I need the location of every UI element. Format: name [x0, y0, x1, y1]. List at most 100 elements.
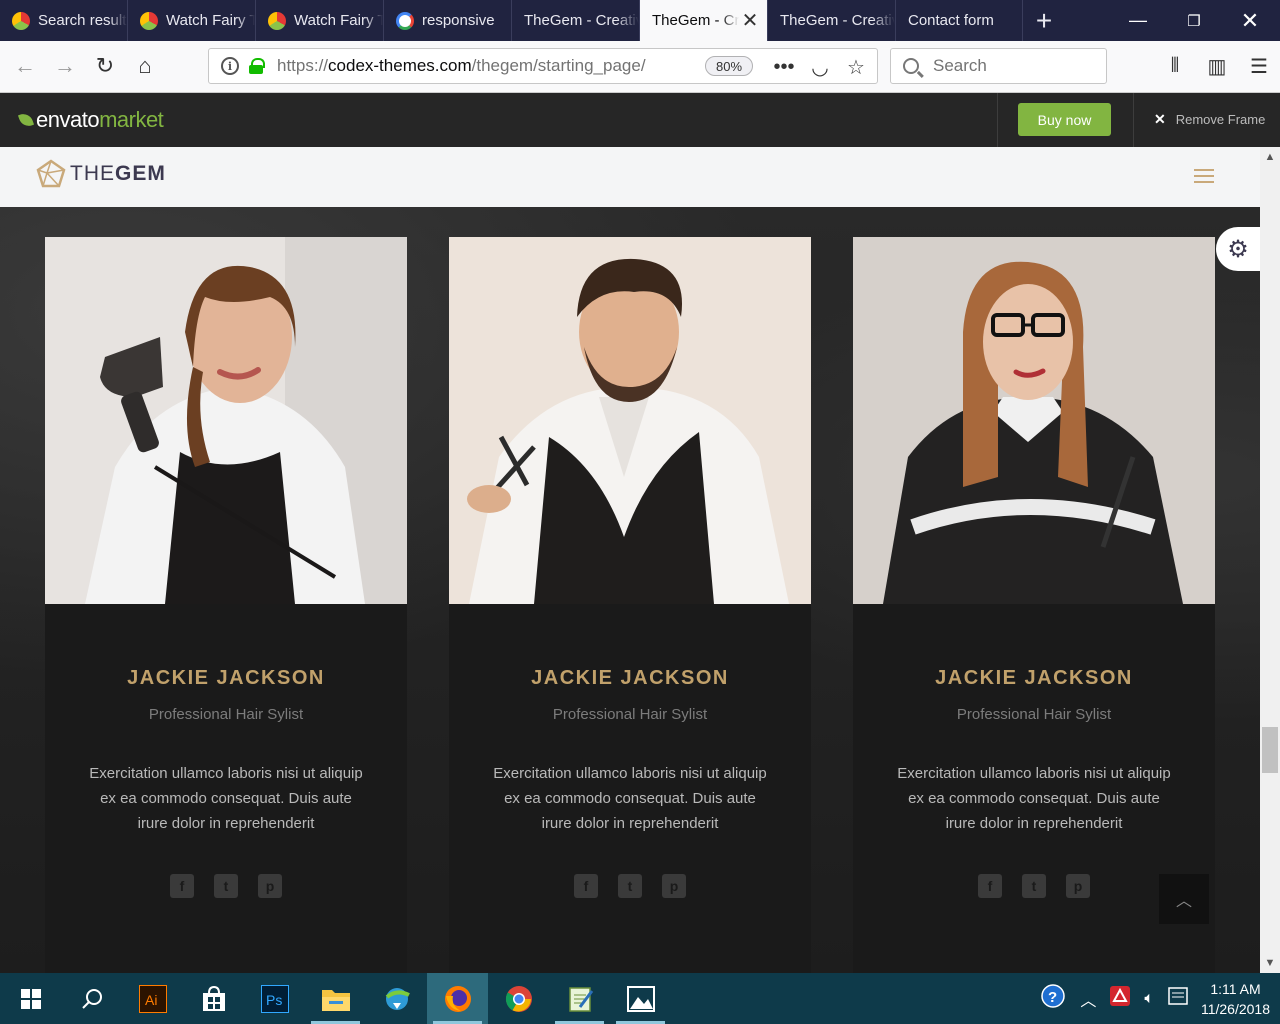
search-bar[interactable]: Search	[890, 48, 1107, 84]
windows-logo-icon	[20, 988, 41, 1009]
address-bar[interactable]: i https://codex-themes.com/thegem/starti…	[208, 48, 878, 84]
forward-button[interactable]: →	[48, 49, 82, 83]
page-info-icon[interactable]: i	[221, 57, 239, 75]
pinterest-icon[interactable]: p	[662, 874, 686, 898]
hamburger-menu-icon[interactable]	[1194, 169, 1214, 183]
photos-icon[interactable]	[610, 973, 671, 1024]
close-window-button[interactable]: ✕	[1222, 0, 1278, 41]
clock[interactable]: 1:11 AM 11/26/2018	[1201, 979, 1270, 1019]
social-links: f t p	[45, 874, 407, 898]
action-center-icon[interactable]	[1168, 987, 1188, 1010]
scrollbar-thumb[interactable]	[1262, 727, 1278, 773]
help-icon[interactable]: ?	[1040, 983, 1066, 1014]
sidebar-toggle-icon[interactable]: ▥	[1196, 49, 1238, 83]
envato-market-logo[interactable]: envato market	[17, 107, 164, 133]
close-icon: ✕	[1154, 111, 1166, 127]
svg-text:Ai: Ai	[145, 992, 157, 1008]
illustrator-icon[interactable]: Ai	[122, 973, 183, 1024]
fairy-icon	[268, 11, 286, 30]
tab-thegem-1[interactable]: TheGem - Creative	[512, 0, 640, 41]
buy-now-button[interactable]: Buy now	[1018, 103, 1111, 136]
zoom-level-badge[interactable]: 80%	[705, 56, 754, 76]
logo-envato-text: envato	[36, 107, 100, 132]
social-links: f t p	[449, 874, 811, 898]
pinterest-icon[interactable]: p	[1066, 874, 1090, 898]
fairy-icon	[12, 11, 30, 30]
team-member-name: JACKIE JACKSON	[127, 667, 325, 689]
navigation-toolbar: ← → ↻ ⌂ i https://codex-themes.com/thege…	[0, 41, 1280, 93]
pocket-icon[interactable]: ◡	[805, 53, 835, 81]
chrome-icon[interactable]	[488, 973, 549, 1024]
team-member-name: JACKIE JACKSON	[531, 667, 729, 689]
tab-contact-form[interactable]: Contact form	[896, 0, 1023, 41]
menu-icon[interactable]: ☰	[1238, 49, 1280, 83]
facebook-icon[interactable]: f	[978, 874, 1002, 898]
logo-bold: GEM	[115, 162, 166, 185]
team-member-role: Professional Hair Sylist	[148, 706, 304, 723]
website-viewport: JACKIE JACKSON Professional Hair Sylist …	[0, 147, 1260, 973]
settings-gear-icon[interactable]: ⚙	[1216, 227, 1260, 271]
url-scheme: https://	[277, 56, 329, 75]
bookmark-star-icon[interactable]: ☆	[841, 53, 871, 81]
restore-button[interactable]: ❐	[1166, 0, 1222, 41]
store-icon[interactable]	[183, 973, 244, 1024]
team-member-card: JACKIE JACKSON Professional Hair Sylist …	[853, 237, 1215, 973]
scroll-to-top-button[interactable]: ︿	[1159, 874, 1209, 924]
new-tab-button[interactable]: +	[1023, 0, 1065, 41]
page-actions-icon[interactable]: •••	[769, 53, 799, 81]
team-member-bio: Exercitation ullamco laboris nisi ut ali…	[897, 765, 1171, 832]
scroll-down-arrow-icon[interactable]: ▼	[1260, 953, 1280, 973]
logo-light: THE	[70, 162, 115, 185]
envato-frame-bar: envato market Buy now ✕ Remove Frame	[0, 93, 1280, 147]
scroll-up-arrow-icon[interactable]: ▲	[1260, 147, 1280, 167]
twitter-icon[interactable]: t	[1022, 874, 1046, 898]
facebook-icon[interactable]: f	[170, 874, 194, 898]
svg-text:?: ?	[1048, 989, 1057, 1006]
page-scrollbar[interactable]: ▲ ▼	[1260, 147, 1280, 973]
firefox-icon[interactable]	[427, 973, 488, 1024]
team-member-photo	[853, 237, 1215, 604]
close-tab-icon[interactable]: ✕	[739, 8, 761, 33]
home-button[interactable]: ⌂	[128, 49, 162, 83]
minimize-button[interactable]: —	[1110, 0, 1166, 41]
reload-button[interactable]: ↻	[88, 49, 122, 83]
team-member-role: Professional Hair Sylist	[956, 706, 1112, 723]
fairy-icon	[140, 11, 158, 30]
tab-watch-fairy-tail-1[interactable]: Watch Fairy Tail	[128, 0, 256, 41]
browser-tab-strip: Search results Watch Fairy Tail Watch Fa…	[0, 0, 1280, 41]
remove-frame-label: Remove Frame	[1175, 112, 1266, 127]
antivirus-icon[interactable]	[1110, 986, 1131, 1011]
clock-date: 11/26/2018	[1200, 1000, 1270, 1017]
facebook-icon[interactable]: f	[574, 874, 598, 898]
downloader-icon[interactable]	[366, 973, 427, 1024]
start-button[interactable]	[0, 973, 61, 1024]
tab-thegem-active[interactable]: TheGem - Creative ✕	[640, 0, 768, 41]
tab-search-results[interactable]: Search results	[0, 0, 128, 41]
tab-title: TheGem - Creative	[652, 12, 739, 29]
tab-title: responsive	[422, 12, 495, 29]
notepad-icon[interactable]	[549, 973, 610, 1024]
photoshop-icon[interactable]: Ps	[244, 973, 305, 1024]
back-button[interactable]: ←	[8, 49, 42, 83]
twitter-icon[interactable]: t	[214, 874, 238, 898]
tab-responsive[interactable]: responsive	[384, 0, 512, 41]
volume-icon[interactable]: 🔈︎	[1144, 990, 1154, 1008]
team-member-card: JACKIE JACKSON Professional Hair Sylist …	[45, 237, 407, 973]
file-explorer-icon[interactable]	[305, 973, 366, 1024]
url-text[interactable]: https://codex-themes.com/thegem/starting…	[277, 56, 687, 76]
tab-title: Watch Fairy Tail	[294, 12, 383, 29]
google-icon	[396, 11, 414, 30]
team-member-card: JACKIE JACKSON Professional Hair Sylist …	[449, 237, 811, 973]
divider	[1133, 93, 1134, 147]
gem-icon	[36, 159, 66, 189]
tab-title: Watch Fairy Tail	[166, 12, 255, 29]
show-hidden-icons-icon[interactable]: ︿	[1080, 987, 1096, 1011]
remove-frame-button[interactable]: ✕ Remove Frame	[1154, 111, 1265, 128]
twitter-icon[interactable]: t	[618, 874, 642, 898]
tab-watch-fairy-tail-2[interactable]: Watch Fairy Tail	[256, 0, 384, 41]
thegem-logo[interactable]: THEGEM	[36, 159, 166, 189]
pinterest-icon[interactable]: p	[258, 874, 282, 898]
library-icon[interactable]: ⫴	[1154, 49, 1196, 83]
tab-thegem-2[interactable]: TheGem - Creative	[768, 0, 896, 41]
taskbar-search-icon[interactable]	[61, 973, 122, 1024]
